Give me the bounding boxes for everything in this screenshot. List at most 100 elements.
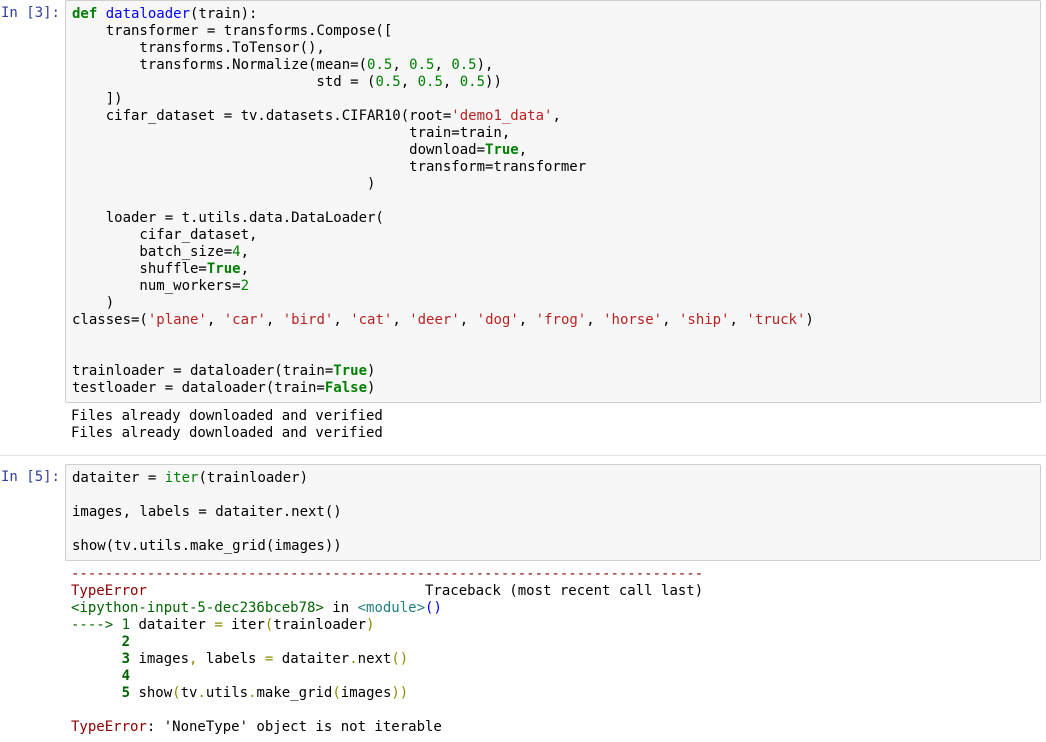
traceback-output: ----------------------------------------… — [65, 561, 1041, 741]
tb-paren: ( — [172, 685, 180, 701]
code-cell-3: In [3]: def dataloader(train): transform… — [0, 0, 1046, 447]
tb-code: images — [341, 685, 392, 701]
code-text: transform=transformer — [72, 159, 586, 175]
cell-body: def dataloader(train): transformer = tra… — [65, 0, 1041, 447]
code-input[interactable]: def dataloader(train): transformer = tra… — [65, 0, 1041, 403]
tb-code: dataiter — [130, 617, 214, 633]
code-text: , — [443, 74, 460, 90]
code-text: batch_size= — [72, 244, 232, 260]
tb-paren: () — [425, 600, 442, 616]
bool: True — [207, 261, 241, 277]
code-input[interactable]: dataiter = iter(trainloader) images, lab… — [65, 464, 1041, 561]
code-text: , — [552, 108, 560, 124]
code-text: ]) — [72, 91, 123, 107]
keyword-def: def — [72, 6, 97, 22]
error-message: : 'NoneType' object is not iterable — [147, 719, 442, 735]
str: 'demo1_data' — [451, 108, 552, 124]
tb-code: dataiter — [273, 651, 349, 667]
code-text: , — [460, 312, 477, 328]
tb-code: trainloader — [273, 617, 366, 633]
code-text: cifar_dataset = tv.datasets.CIFAR10(root… — [72, 108, 451, 124]
code-text: trainloader = dataloader(train= — [72, 363, 333, 379]
input-prompt: In [3]: — [0, 0, 65, 26]
num: 0.5 — [409, 57, 434, 73]
tb-code: images — [130, 651, 189, 667]
str: 'plane' — [148, 312, 207, 328]
tb-op: . — [197, 685, 205, 701]
code-text: , — [266, 312, 283, 328]
bool: True — [333, 363, 367, 379]
str: 'truck' — [746, 312, 805, 328]
builtin: iter — [165, 470, 199, 486]
code-text: show(tv.utils.make_grid(images)) — [72, 538, 342, 554]
cell-divider — [0, 455, 1046, 456]
code-text: , — [333, 312, 350, 328]
code-text: shuffle= — [72, 261, 207, 277]
num: 0.5 — [375, 74, 400, 90]
func-name: dataloader — [97, 6, 190, 22]
code-text: ) — [805, 312, 813, 328]
code-text: , — [434, 57, 451, 73]
code-text: testloader = dataloader(train= — [72, 380, 325, 396]
tb-paren: () — [391, 651, 408, 667]
code-text: transformer = transforms.Compose([ — [72, 23, 392, 39]
tb-location: <ipython-input-5-dec236bceb78> — [71, 600, 324, 616]
str: 'horse' — [603, 312, 662, 328]
code-text: std = ( — [72, 74, 375, 90]
code-text: ) — [367, 363, 375, 379]
num: 0.5 — [367, 57, 392, 73]
tb-paren: ( — [332, 685, 340, 701]
str: 'car' — [224, 312, 266, 328]
str: 'bird' — [283, 312, 334, 328]
str: 'frog' — [536, 312, 587, 328]
bool: False — [325, 380, 367, 396]
tb-lineno: 2 — [71, 634, 130, 650]
stdout-output: Files already downloaded and verified Fi… — [65, 403, 1041, 447]
tb-code: make_grid — [257, 685, 333, 701]
tb-code: utils — [206, 685, 248, 701]
error-name: TypeError — [71, 583, 147, 599]
code-text: loader = t.utils.data.DataLoader( — [72, 210, 384, 226]
tb-code: iter — [223, 617, 265, 633]
code-text: , — [241, 261, 249, 277]
tb-dashes: ----------------------------------------… — [71, 566, 703, 582]
tb-lineno: 5 — [71, 685, 130, 701]
code-text: transforms.Normalize(mean=( — [72, 57, 367, 73]
code-text: ), — [477, 57, 494, 73]
code-text: , — [392, 57, 409, 73]
code-text: images, labels = dataiter.next() — [72, 504, 342, 520]
tb-op: . — [349, 651, 357, 667]
tb-lineno: 4 — [71, 668, 130, 684]
tb-code: labels — [197, 651, 264, 667]
str: 'dog' — [477, 312, 519, 328]
tb-in: in — [324, 600, 358, 616]
code-text: , — [207, 312, 224, 328]
error-name: TypeError — [71, 719, 147, 735]
code-text: , — [519, 312, 536, 328]
code-text: transforms.ToTensor(), — [72, 40, 325, 56]
code-text: (train): — [190, 6, 257, 22]
tb-paren: )) — [391, 685, 408, 701]
code-text: ) — [72, 176, 375, 192]
code-text: download= — [72, 142, 485, 158]
tb-code: next — [358, 651, 392, 667]
code-text: cifar_dataset, — [72, 227, 257, 243]
code-text: ) — [72, 295, 114, 311]
code-text: , — [519, 142, 527, 158]
code-text: , — [730, 312, 747, 328]
code-text: num_workers= — [72, 278, 241, 294]
code-text: , — [241, 244, 249, 260]
tb-op: . — [248, 685, 256, 701]
code-cell-5: In [5]: dataiter = iter(trainloader) ima… — [0, 464, 1046, 741]
str: 'deer' — [409, 312, 460, 328]
num: 0.5 — [418, 74, 443, 90]
tb-paren: ) — [366, 617, 374, 633]
input-prompt: In [5]: — [0, 464, 65, 490]
code-text: , — [401, 74, 418, 90]
num: 0.5 — [460, 74, 485, 90]
tb-code: tv — [181, 685, 198, 701]
tb-module: <module> — [358, 600, 425, 616]
tb-label: Traceback (most recent call last) — [147, 583, 703, 599]
num: 2 — [241, 278, 249, 294]
num: 0.5 — [451, 57, 476, 73]
